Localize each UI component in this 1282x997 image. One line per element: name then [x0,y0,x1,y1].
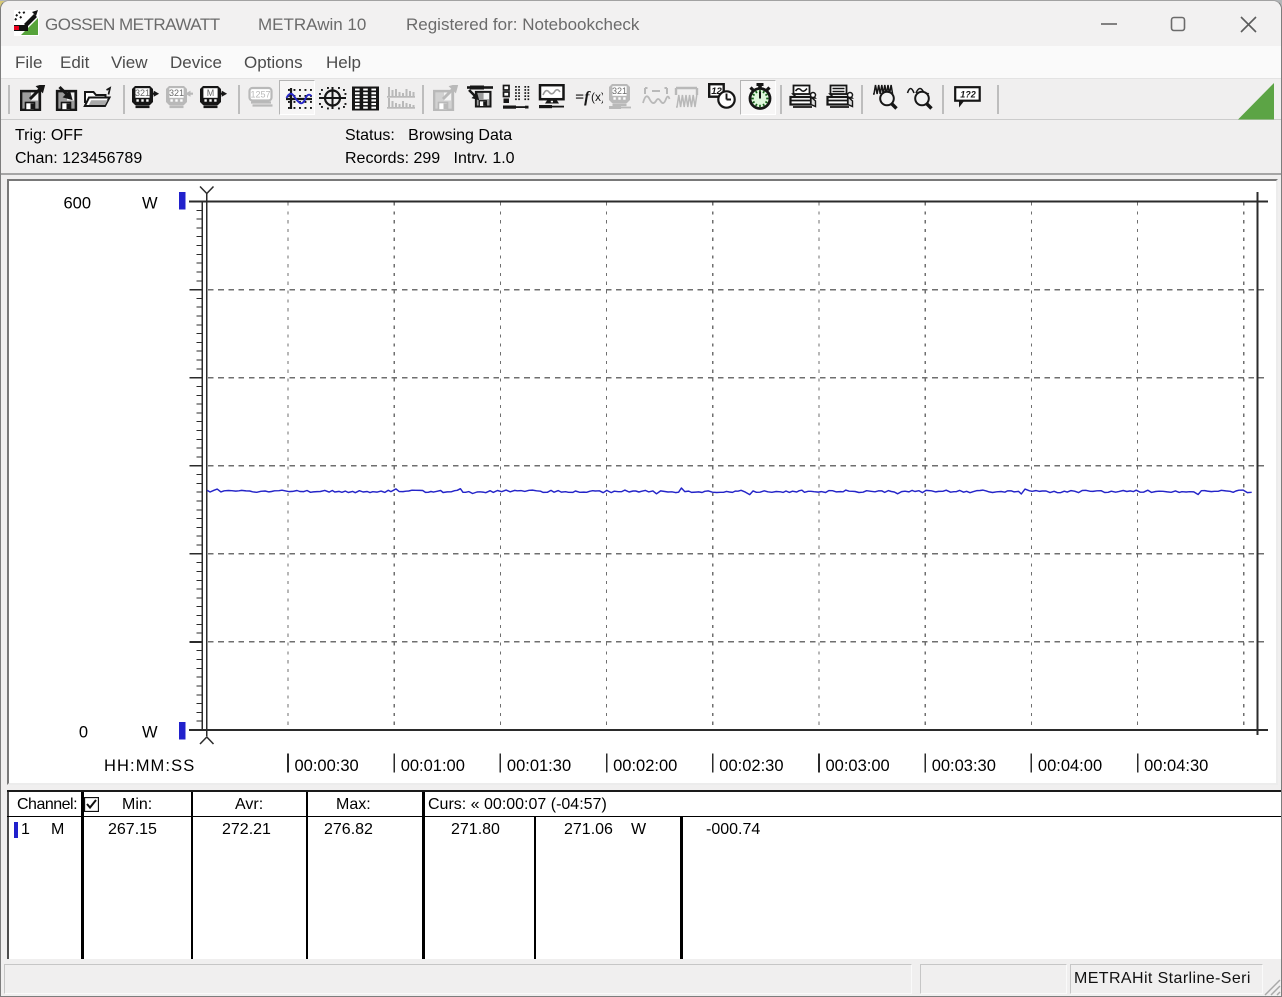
svg-text:00:03:30: 00:03:30 [932,757,996,775]
svg-text:M: M [207,88,215,98]
svg-text:00:04:00: 00:04:00 [1038,757,1102,775]
svg-text:(x): (x) [591,90,603,104]
svg-text:W: W [142,195,158,213]
svg-text:321: 321 [135,88,150,98]
svg-text:00:01:30: 00:01:30 [507,757,571,775]
svg-text:00:00:30: 00:00:30 [295,757,359,775]
svg-text:00:02:00: 00:02:00 [613,757,677,775]
svg-text:00:04:30: 00:04:30 [1144,757,1208,775]
svg-text:HH:MM:SS: HH:MM:SS [104,757,195,775]
svg-text:1?2: 1?2 [960,90,976,100]
svg-text:W: W [142,724,158,742]
svg-text:321: 321 [169,88,184,98]
svg-text:=f: =f [575,89,591,106]
svg-text:00:01:00: 00:01:00 [401,757,465,775]
svg-text:1257: 1257 [250,90,270,100]
svg-text:00:02:30: 00:02:30 [719,757,783,775]
svg-text:0: 0 [79,724,88,742]
svg-text:00:03:00: 00:03:00 [826,757,890,775]
svg-text:321: 321 [612,86,627,96]
svg-text:600: 600 [63,195,91,213]
